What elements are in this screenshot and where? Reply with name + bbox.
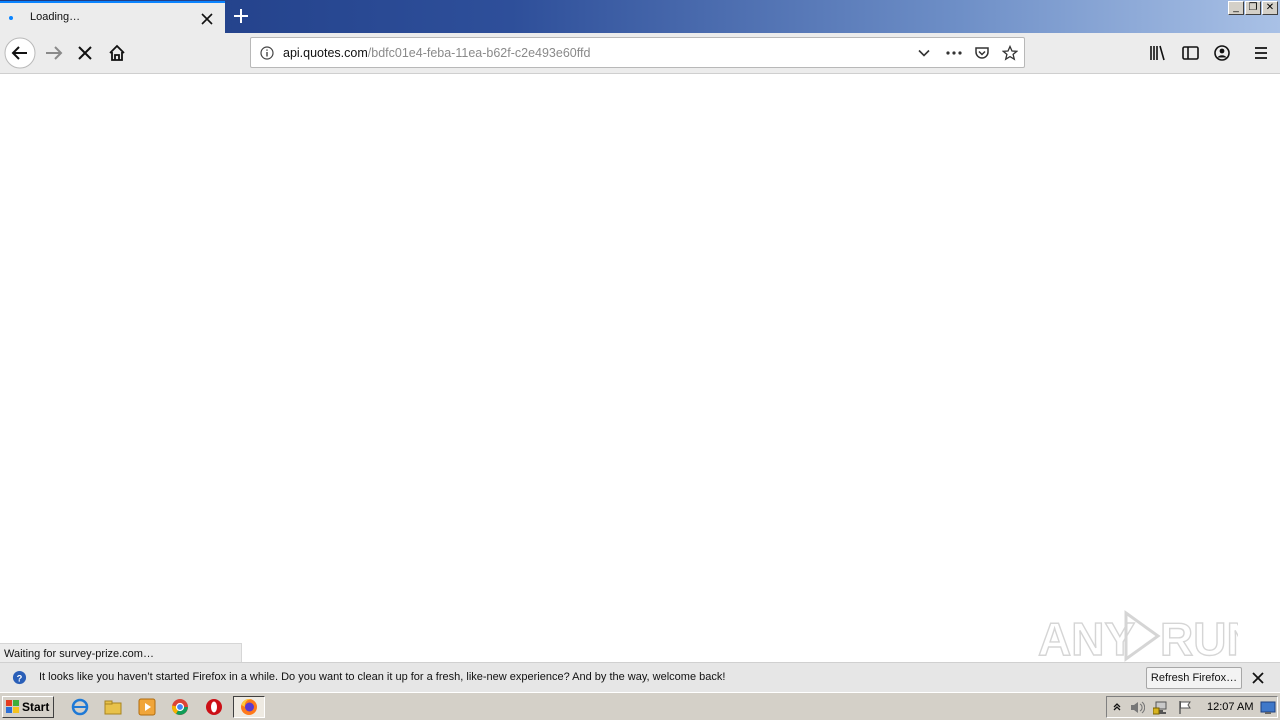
chrome-icon[interactable] xyxy=(171,698,189,716)
page-content xyxy=(0,75,1280,643)
pocket-icon[interactable] xyxy=(974,45,990,61)
tab-close-icon[interactable] xyxy=(199,11,215,27)
url-host: api.quotes.com xyxy=(283,46,368,60)
url-path: /bdfc01e4-feba-11ea-b62f-c2e493e60ffd xyxy=(367,46,591,60)
opera-icon[interactable] xyxy=(205,698,223,716)
help-icon: ? xyxy=(12,670,27,685)
url-text[interactable]: api.quotes.com/bdfc01e4-feba-11ea-b62f-c… xyxy=(283,46,590,60)
chevron-down-icon[interactable] xyxy=(917,46,931,60)
title-bar: Loading… _ ❐ ✕ xyxy=(0,0,1280,33)
file-explorer-icon[interactable] xyxy=(104,698,122,716)
internet-explorer-icon[interactable] xyxy=(71,698,89,716)
notification-close-icon[interactable] xyxy=(1251,671,1265,685)
windows-logo-icon xyxy=(6,700,19,713)
svg-text:ANY: ANY xyxy=(1038,613,1135,665)
volume-icon[interactable] xyxy=(1129,700,1145,715)
library-icon[interactable] xyxy=(1142,37,1174,69)
forward-button[interactable] xyxy=(38,37,70,69)
svg-text:?: ? xyxy=(17,673,23,683)
page-actions-icon[interactable] xyxy=(945,46,963,60)
new-tab-icon[interactable] xyxy=(231,6,251,26)
network-icon[interactable] xyxy=(1153,700,1169,715)
sidebar-toggle-icon[interactable] xyxy=(1174,37,1206,69)
media-player-icon[interactable] xyxy=(138,698,156,716)
svg-text:RUN: RUN xyxy=(1160,613,1238,665)
address-bar[interactable]: api.quotes.com/bdfc01e4-feba-11ea-b62f-c… xyxy=(250,37,1025,68)
notification-message: It looks like you haven’t started Firefo… xyxy=(39,671,726,683)
menu-icon[interactable] xyxy=(1245,37,1277,69)
restore-button[interactable]: ❐ xyxy=(1245,1,1261,15)
firefox-icon xyxy=(241,699,257,715)
system-tray: 12:07 AM xyxy=(1106,696,1278,718)
refresh-firefox-button[interactable]: Refresh Firefox… xyxy=(1146,667,1242,689)
firefox-taskbar-button[interactable] xyxy=(233,696,265,718)
notification-bar: ? It looks like you haven’t started Fire… xyxy=(0,662,1280,692)
navigation-toolbar: api.quotes.com/bdfc01e4-feba-11ea-b62f-c… xyxy=(0,33,1280,74)
clock[interactable]: 12:07 AM xyxy=(1207,701,1253,713)
start-button[interactable]: Start xyxy=(2,696,54,718)
close-window-button[interactable]: ✕ xyxy=(1262,1,1278,15)
home-button[interactable] xyxy=(101,37,133,69)
bookmark-star-icon[interactable] xyxy=(1002,45,1018,61)
show-desktop-icon[interactable] xyxy=(1260,700,1276,715)
minimize-button[interactable]: _ xyxy=(1228,1,1244,15)
status-text: Waiting for survey-prize.com… xyxy=(0,643,242,662)
back-button[interactable] xyxy=(4,37,36,69)
start-label: Start xyxy=(22,700,50,714)
show-hidden-icons-icon[interactable] xyxy=(1111,701,1123,713)
account-icon[interactable] xyxy=(1206,37,1238,69)
tab-loading[interactable]: Loading… xyxy=(0,1,225,33)
action-center-flag-icon[interactable] xyxy=(1177,700,1193,715)
taskbar: Start 12:07 AM xyxy=(0,692,1280,720)
tab-title: Loading… xyxy=(30,11,81,23)
site-info-icon[interactable] xyxy=(260,46,274,60)
loading-indicator-icon xyxy=(9,16,13,20)
watermark-logo: ANY RUN xyxy=(1037,605,1260,667)
stop-loading-button[interactable] xyxy=(69,37,101,69)
